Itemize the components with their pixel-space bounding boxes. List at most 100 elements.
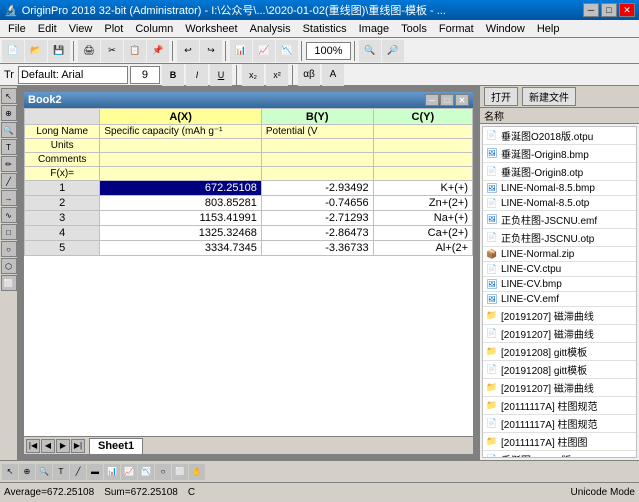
menu-image[interactable]: Image [353, 22, 396, 36]
col-c-units[interactable] [373, 139, 472, 153]
bt-line[interactable]: ╱ [70, 464, 86, 480]
print-btn[interactable]: 🖨 [78, 40, 100, 62]
new-btn[interactable]: 📄 [2, 40, 24, 62]
col-a-comments[interactable] [100, 153, 261, 167]
menu-edit[interactable]: Edit [32, 22, 63, 36]
col-a-header[interactable]: A(X) [100, 109, 261, 125]
col-b-units[interactable] [261, 139, 373, 153]
cell-4-b[interactable]: -2.86473 [261, 226, 373, 241]
copy-btn[interactable]: 📋 [124, 40, 146, 62]
file-item-4[interactable]: 📄 LINE-Nomal-8.5.otp [483, 196, 636, 211]
menu-column[interactable]: Column [129, 22, 179, 36]
file-item-0[interactable]: 📄 垂涎图O2018版.otpu [483, 127, 636, 145]
sheet-last-btn[interactable]: ▶| [71, 439, 85, 453]
cut-btn[interactable]: ✂ [101, 40, 123, 62]
file-item-11[interactable]: 📁 [20191207] 磁滞曲线 [483, 307, 636, 325]
file-item-2[interactable]: 📄 垂涎图-Origin8.otp [483, 163, 636, 181]
zoom-input[interactable] [306, 42, 351, 60]
alpha-btn[interactable]: αβ [298, 64, 320, 86]
redo-btn[interactable]: ↪ [200, 40, 222, 62]
cell-4-c[interactable]: Ca+(2+) [373, 226, 472, 241]
menu-analysis[interactable]: Analysis [244, 22, 297, 36]
subscript-btn[interactable]: x₂ [242, 64, 264, 86]
draw-tool[interactable]: ✏ [1, 156, 17, 172]
book2-close[interactable]: ✕ [455, 94, 469, 106]
col-b-longname[interactable]: Potential (V [261, 125, 373, 139]
menu-statistics[interactable]: Statistics [297, 22, 353, 36]
cell-3-c[interactable]: Na+(+) [373, 211, 472, 226]
font-selector[interactable] [18, 66, 128, 84]
bt-graph2[interactable]: 📉 [138, 464, 154, 480]
undo-btn[interactable]: ↩ [177, 40, 199, 62]
bt-select[interactable]: ⊕ [19, 464, 35, 480]
open-file-btn[interactable]: 打开 [484, 87, 518, 106]
cell-1-a[interactable]: 672.25108 [100, 181, 261, 196]
sheet-next-btn[interactable]: ▶ [56, 439, 70, 453]
file-item-9[interactable]: 🖼 LINE-CV.bmp [483, 277, 636, 292]
bt-circle[interactable]: ○ [155, 464, 171, 480]
sheet-tab-1[interactable]: Sheet1 [89, 438, 143, 454]
menu-tools[interactable]: Tools [395, 22, 433, 36]
bt-graph1[interactable]: 📈 [121, 464, 137, 480]
file-item-13[interactable]: 📁 [20191208] gitt模板 [483, 343, 636, 361]
col-a-fx[interactable] [100, 167, 261, 181]
book2-maximize[interactable]: □ [440, 94, 454, 106]
bt-region[interactable]: ⬜ [172, 464, 188, 480]
zoom-out-btn[interactable]: 🔎 [382, 40, 404, 62]
polygon-tool[interactable]: ⬡ [1, 258, 17, 274]
bt-text[interactable]: T [53, 464, 69, 480]
line-tool[interactable]: ╱ [1, 173, 17, 189]
paste-btn[interactable]: 📌 [147, 40, 169, 62]
font-color-btn[interactable]: A [322, 64, 344, 86]
file-item-18[interactable]: 📁 [20111117A] 柱图图 [483, 433, 636, 451]
sheet-first-btn[interactable]: |◀ [26, 439, 40, 453]
superscript-btn[interactable]: x² [266, 64, 288, 86]
menu-format[interactable]: Format [433, 22, 480, 36]
file-item-19[interactable]: 📄 垂涎图O2018版.otp [483, 451, 636, 458]
file-item-3[interactable]: 🖼 LINE-Nomal-8.5.bmp [483, 181, 636, 196]
arrow-tool[interactable]: ↖ [1, 88, 17, 104]
select-tool[interactable]: ⊕ [1, 105, 17, 121]
bar-btn[interactable]: 📉 [276, 40, 298, 62]
cell-5-a[interactable]: 3334.7345 [100, 241, 261, 256]
bt-arrow[interactable]: ↖ [2, 464, 18, 480]
graph-btn[interactable]: 📊 [230, 40, 252, 62]
cell-5-b[interactable]: -3.36733 [261, 241, 373, 256]
col-a-longname[interactable]: Specific capacity (mAh g⁻¹ [100, 125, 261, 139]
bold-btn[interactable]: B [162, 64, 184, 86]
open-btn[interactable]: 📂 [25, 40, 47, 62]
menu-window[interactable]: Window [480, 22, 531, 36]
curve-tool[interactable]: ∿ [1, 207, 17, 223]
minimize-button[interactable]: ─ [583, 3, 599, 17]
file-item-6[interactable]: 📄 正负柱图-JSCNU.otp [483, 229, 636, 247]
cell-3-a[interactable]: 1153.41991 [100, 211, 261, 226]
cell-1-c[interactable]: K+(+) [373, 181, 472, 196]
file-item-5[interactable]: 🖼 正负柱图-JSCNU.emf [483, 211, 636, 229]
menu-worksheet[interactable]: Worksheet [179, 22, 243, 36]
file-item-14[interactable]: 📄 [20191208] gitt模板 [483, 361, 636, 379]
file-item-10[interactable]: 🖼 LINE-CV.emf [483, 292, 636, 307]
circle-tool[interactable]: ○ [1, 241, 17, 257]
col-a-units[interactable] [100, 139, 261, 153]
zoom-in-btn[interactable]: 🔍 [359, 40, 381, 62]
menu-plot[interactable]: Plot [98, 22, 129, 36]
text-tool[interactable]: T [1, 139, 17, 155]
arrow-draw-tool[interactable]: → [1, 190, 17, 206]
file-item-16[interactable]: 📁 [20111117A] 柱图规范 [483, 397, 636, 415]
bt-zoom[interactable]: 🔍 [36, 464, 52, 480]
cell-4-a[interactable]: 1325.32468 [100, 226, 261, 241]
close-button[interactable]: ✕ [619, 3, 635, 17]
font-size-selector[interactable] [130, 66, 160, 84]
bt-bar2[interactable]: 📊 [104, 464, 120, 480]
bt-bar1[interactable]: ▬ [87, 464, 103, 480]
col-c-comments[interactable] [373, 153, 472, 167]
menu-view[interactable]: View [63, 22, 99, 36]
file-item-15[interactable]: 📁 [20191207] 磁滞曲线 [483, 379, 636, 397]
bt-pan[interactable]: ✋ [189, 464, 205, 480]
underline-btn[interactable]: U [210, 64, 232, 86]
zoom-tool[interactable]: 🔍 [1, 122, 17, 138]
file-item-17[interactable]: 📄 [20111117A] 柱图规范 [483, 415, 636, 433]
col-b-comments[interactable] [261, 153, 373, 167]
new-file-btn[interactable]: 新建文件 [522, 87, 576, 106]
file-item-1[interactable]: 🖼 垂涎图-Origin8.bmp [483, 145, 636, 163]
